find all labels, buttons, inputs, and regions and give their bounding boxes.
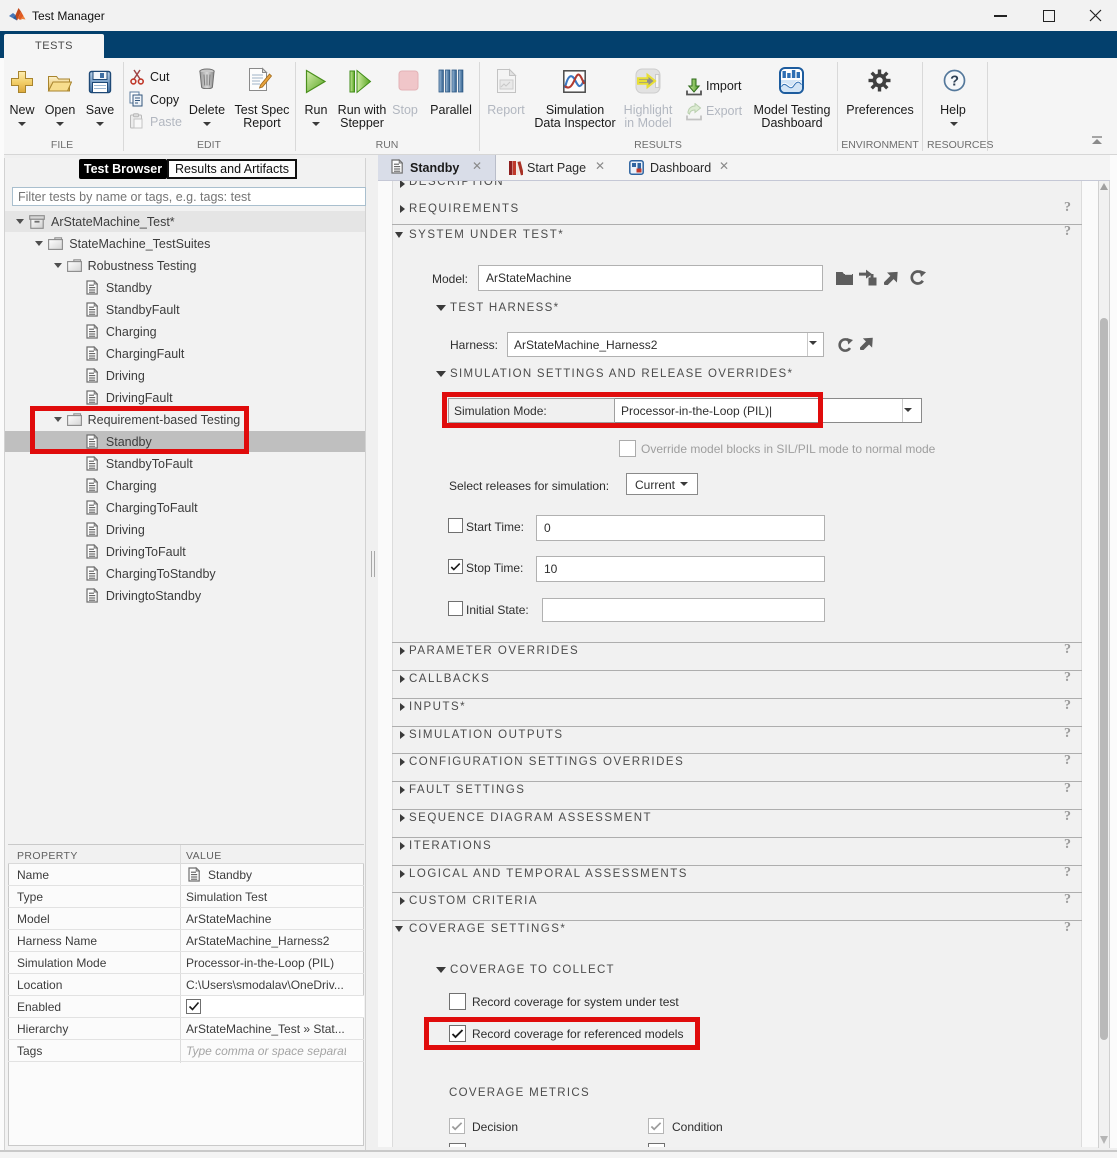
svg-text:?: ?: [950, 74, 959, 90]
